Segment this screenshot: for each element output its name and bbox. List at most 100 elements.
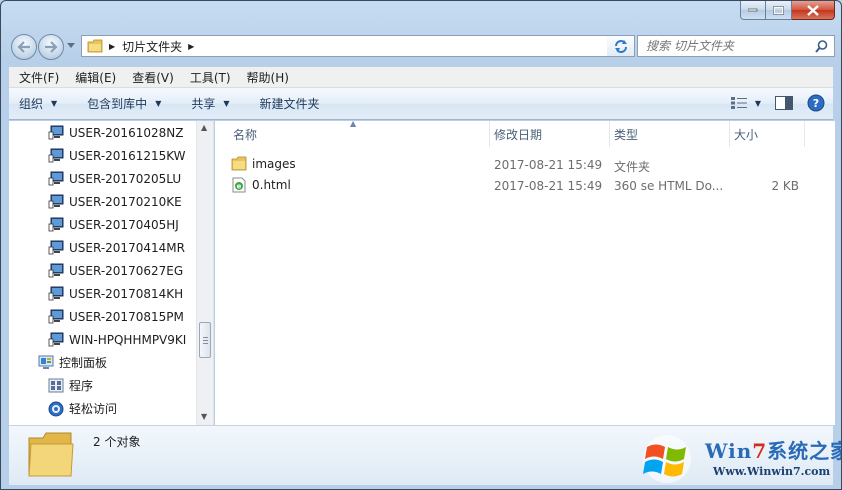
back-button[interactable] [11, 34, 37, 60]
chevron-down-icon: ▼ [754, 98, 761, 108]
menu-bar: 文件(F) 编辑(E) 查看(V) 工具(T) 帮助(H) [9, 67, 833, 88]
minimize-icon [748, 8, 758, 12]
share-label: 共享 [191, 97, 216, 111]
forward-arrow-icon [45, 41, 58, 53]
nav-computer-label: USER-20170627EG [69, 263, 184, 278]
file-name-cell: images [231, 156, 296, 171]
search-input[interactable] [646, 39, 806, 53]
computer-icon [48, 263, 64, 279]
nav-computer-label: USER-20170414MR [69, 240, 185, 255]
column-headers: ▲ 名称 修改日期 类型 大小 [215, 119, 835, 147]
minimize-button[interactable] [740, 1, 766, 20]
large-folder-icon [28, 432, 74, 477]
menu-view[interactable]: 查看(V) [124, 69, 182, 86]
nav-computer-label: USER-20170405HJ [69, 217, 179, 232]
nav-computer-label: WIN-HPQHHMPV9KI [69, 332, 187, 347]
file-row[interactable]: e 0.html 2017-08-21 15:49 360 se HTML Do… [215, 175, 835, 196]
new-folder-button[interactable]: 新建文件夹 [240, 95, 330, 112]
back-arrow-icon [17, 41, 30, 53]
object-count: 2 个对象 [93, 435, 141, 449]
include-in-library-button[interactable]: 包含到库中 ▼ [67, 95, 171, 112]
file-row[interactable]: images 2017-08-21 15:49 文件夹 [215, 154, 835, 175]
explorer-window: ▶ 切片文件夹 ▶ 文件(F) 编辑(E) 查看(V) 工具(T) 帮助(H) … [0, 0, 842, 490]
file-modified: 2017-08-21 15:49 [494, 158, 603, 172]
column-name-label: 名称 [233, 127, 258, 142]
menu-edit[interactable]: 编辑(E) [67, 69, 124, 86]
computer-icon [48, 309, 64, 325]
preview-pane-icon[interactable] [775, 96, 793, 110]
file-size: 2 KB [771, 179, 799, 193]
close-button[interactable] [792, 1, 835, 20]
file-name: images [252, 156, 296, 171]
computer-icon [48, 217, 64, 233]
breadcrumb-separator[interactable]: ▶ [188, 42, 194, 51]
computer-icon [48, 286, 64, 302]
nav-control-panel[interactable]: 控制面板 [38, 351, 107, 374]
share-button[interactable]: 共享 ▼ [171, 95, 239, 112]
nav-ease-label: 轻松访问 [69, 402, 118, 416]
scroll-down-icon[interactable]: ▼ [201, 412, 207, 421]
scroll-up-icon[interactable]: ▲ [201, 123, 207, 132]
search-box[interactable] [637, 35, 835, 57]
nav-computer-item[interactable]: USER-20170814KH [48, 282, 183, 305]
search-icon[interactable] [815, 40, 828, 53]
maximize-button[interactable] [766, 1, 792, 20]
nav-computer-label: USER-20170815PM [69, 309, 184, 324]
scroll-thumb[interactable] [199, 322, 211, 358]
column-modified[interactable]: 修改日期 [490, 121, 610, 147]
nav-control-panel-label: 控制面板 [59, 356, 108, 370]
nav-ease-of-access[interactable]: 轻松访问 [48, 397, 117, 420]
computer-icon [48, 125, 64, 141]
svg-text:e: e [237, 183, 242, 191]
column-type-label: 类型 [614, 127, 639, 142]
svg-text:?: ? [813, 97, 819, 110]
breadcrumb-current[interactable]: 切片文件夹 [122, 38, 182, 55]
chevron-down-icon: ▼ [51, 99, 58, 108]
nav-programs[interactable]: 程序 [48, 374, 93, 397]
nav-computer-label: USER-20161028NZ [69, 125, 184, 140]
column-type[interactable]: 类型 [610, 121, 730, 147]
nav-computer-item[interactable]: USER-20170815PM [48, 305, 184, 328]
nav-computer-item[interactable]: USER-20170627EG [48, 259, 183, 282]
column-size[interactable]: 大小 [730, 121, 805, 147]
computer-icon [48, 194, 64, 210]
nav-computer-item[interactable]: USER-20161215KW [48, 144, 186, 167]
chevron-down-icon: ▼ [223, 99, 230, 108]
change-view-button[interactable]: ▼ [730, 97, 761, 109]
nav-computer-label: USER-20170814KH [69, 286, 184, 301]
chevron-down-icon: ▼ [155, 99, 162, 108]
menu-file[interactable]: 文件(F) [11, 69, 67, 86]
details-view-icon [730, 97, 747, 109]
nav-computer-item[interactable]: USER-20170414MR [48, 236, 185, 259]
refresh-button[interactable] [607, 35, 635, 57]
column-name[interactable]: 名称 [229, 121, 490, 147]
nav-computer-item[interactable]: USER-20161028NZ [48, 121, 183, 144]
nav-computer-label: USER-20170205LU [69, 171, 182, 186]
windows-logo-icon [643, 435, 691, 483]
command-bar: 组织 ▼ 包含到库中 ▼ 共享 ▼ 新建文件夹 ▼ ? [9, 88, 833, 120]
html-file-icon: e [232, 177, 246, 193]
help-icon[interactable]: ? [807, 94, 825, 112]
navigation-pane: USER-20161028NZ USER-20161215KW USER-201… [9, 121, 214, 425]
nav-computer-item[interactable]: WIN-HPQHHMPV9KI [48, 328, 186, 351]
file-type: 文件夹 [614, 160, 651, 174]
view-controls: ▼ ? [730, 94, 825, 112]
computer-icon [48, 332, 64, 348]
organize-button[interactable]: 组织 ▼ [9, 95, 67, 112]
nav-computer-item[interactable]: USER-20170405HJ [48, 213, 179, 236]
nav-programs-label: 程序 [69, 379, 94, 393]
nav-computer-item[interactable]: USER-20170205LU [48, 167, 181, 190]
nav-computer-item[interactable]: USER-20170210KE [48, 190, 182, 213]
control-panel-icon [38, 355, 54, 371]
nav-computer-label: USER-20170210KE [69, 194, 182, 209]
ease-of-access-icon [48, 401, 64, 417]
address-row: ▶ 切片文件夹 ▶ [9, 31, 835, 63]
menu-tools[interactable]: 工具(T) [182, 69, 239, 86]
history-dropdown-icon[interactable] [67, 43, 75, 49]
address-bar[interactable]: ▶ 切片文件夹 ▶ [81, 35, 635, 57]
nav-scrollbar[interactable]: ▲ ▼ [196, 121, 213, 425]
file-modified: 2017-08-21 15:49 [494, 179, 603, 193]
forward-button[interactable] [38, 34, 64, 60]
menu-help[interactable]: 帮助(H) [239, 69, 297, 86]
breadcrumb-separator[interactable]: ▶ [109, 42, 115, 51]
